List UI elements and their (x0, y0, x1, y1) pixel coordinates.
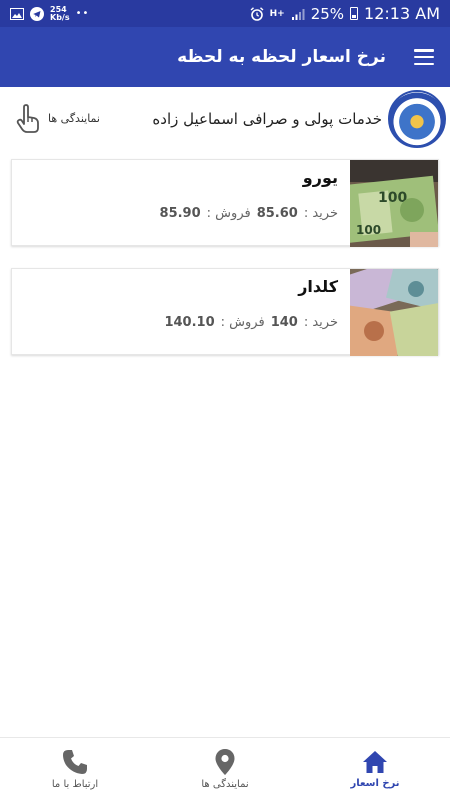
currency-name: کلدار (298, 277, 338, 296)
brand-name: خدمات پولی و صرافی اسماعیل زاده (152, 109, 382, 128)
buy-label: خرید : (303, 315, 338, 330)
network-type-label: H+ (269, 8, 285, 19)
menu-icon[interactable] (414, 49, 434, 65)
gallery-icon (10, 7, 24, 20)
network-speed: 254 Kb/s (50, 5, 70, 22)
agencies-label: نمایندگی ها (48, 112, 100, 125)
home-icon (363, 750, 387, 773)
euro-banknote-image: 100 100 (350, 160, 438, 247)
signal-icon (291, 8, 305, 20)
status-left: 254 Kb/s •• (10, 5, 90, 22)
buy-value: 85.60 (256, 206, 298, 221)
sell-value: 85.90 (159, 206, 201, 221)
network-speed-unit: Kb/s (50, 12, 70, 22)
currency-name: یورو (302, 168, 338, 187)
telegram-icon (30, 6, 44, 21)
nav-contact[interactable]: ارتباط با ما (0, 738, 150, 800)
battery-icon (350, 7, 359, 20)
phone-icon (63, 749, 87, 774)
app-title: نرخ اسعار لحظه به لحظه (177, 47, 386, 67)
nav-agencies[interactable]: نمایندگی ها (150, 738, 300, 800)
brand-row: نمایندگی ها خدمات پولی و صرافی اسماعیل ز… (0, 87, 450, 150)
clock: 12:13 AM (364, 4, 440, 23)
buy-label: خرید : (303, 206, 338, 221)
kaldar-banknote-image (350, 269, 438, 356)
alarm-icon (250, 6, 264, 21)
bottom-nav: نرخ اسعار نمایندگی ها ارتباط با ما (0, 737, 450, 800)
agencies-link[interactable]: نمایندگی ها (16, 103, 100, 134)
status-right: H+ 25% 12:13 AM (250, 4, 440, 23)
nav-rates[interactable]: نرخ اسعار (300, 738, 450, 800)
currency-card-euro[interactable]: 100 100 یورو خرید : 85.60 فروش : 85.90 (11, 159, 439, 247)
currency-rates: خرید : 140 فروش : 140.10 (164, 315, 338, 330)
battery-percent: 25% (310, 4, 345, 23)
sell-label: فروش : (206, 206, 251, 221)
notification-dots: •• (75, 8, 90, 19)
currency-rates: خرید : 85.60 فروش : 85.90 (160, 206, 338, 221)
nav-contact-label: ارتباط با ما (51, 778, 99, 790)
nav-agencies-label: نمایندگی ها (201, 778, 249, 790)
sell-value: 140.10 (164, 315, 215, 330)
location-pin-icon (215, 748, 235, 775)
status-bar: 254 Kb/s •• H+ 25% 12:13 AM (0, 0, 450, 27)
app-bar: نرخ اسعار لحظه به لحظه (0, 27, 450, 87)
currency-card-kaldar[interactable]: کلدار خرید : 140 فروش : 140.10 (11, 268, 439, 356)
svg-text:100: 100 (356, 223, 381, 237)
buy-value: 140 (270, 315, 298, 330)
brand-right: خدمات پولی و صرافی اسماعیل زاده (152, 89, 446, 148)
sell-label: فروش : (220, 315, 265, 330)
exchange-logo (388, 89, 446, 148)
nav-rates-label: نرخ اسعار (350, 777, 400, 789)
pointing-hand-icon (16, 103, 39, 133)
